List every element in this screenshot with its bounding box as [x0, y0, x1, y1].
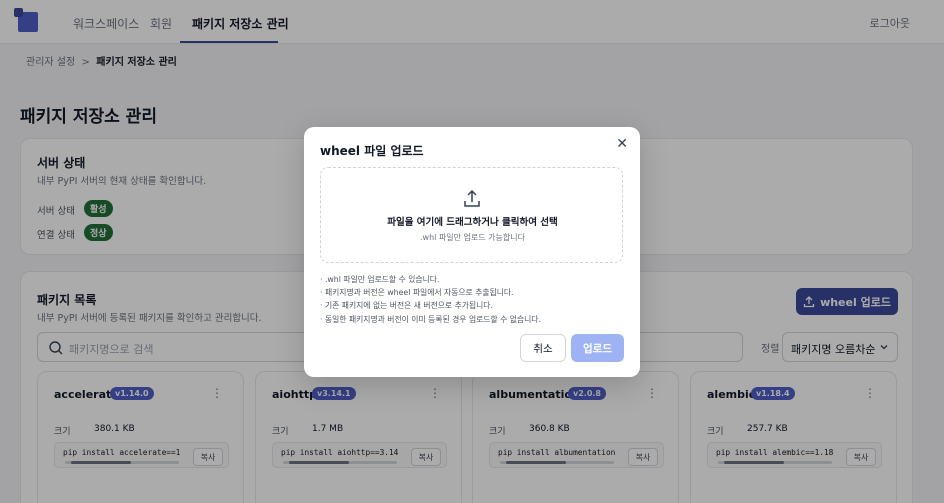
upload-note: · .whl 파일만 업로드할 수 있습니다.: [320, 275, 440, 284]
upload-notes: · .whl 파일만 업로드할 수 있습니다. · 패키지명과 버전은 whee…: [320, 273, 541, 326]
upload-icon: [464, 189, 480, 207]
upload-note: · 기존 패키지에 없는 버전은 새 버전으로 추가됩니다.: [320, 301, 493, 311]
cancel-button[interactable]: 취소: [520, 334, 566, 362]
file-dropzone[interactable]: 파일을 여기에 드래그하거나 클릭하여 선택 .whl 파일만 업로드 가능합니…: [320, 167, 623, 263]
wheel-upload-dialog: wheel 파일 업로드 ✕ 파일을 여기에 드래그하거나 클릭하여 선택 .w…: [304, 127, 640, 377]
dropzone-hint: .whl 파일만 업로드 가능합니다: [420, 233, 525, 242]
upload-submit-button[interactable]: 업로드: [571, 334, 624, 362]
upload-note: · 동일한 패키지명과 버전이 이미 등록된 경우 업로드할 수 없습니다.: [320, 314, 541, 324]
dropzone-instruction: 파일을 여기에 드래그하거나 클릭하여 선택: [387, 217, 558, 228]
close-icon[interactable]: ✕: [616, 136, 628, 152]
upload-note: · 패키지명과 버전은 wheel 파일에서 자동으로 추출됩니다.: [320, 288, 514, 298]
dialog-title: wheel 파일 업로드: [320, 144, 424, 158]
